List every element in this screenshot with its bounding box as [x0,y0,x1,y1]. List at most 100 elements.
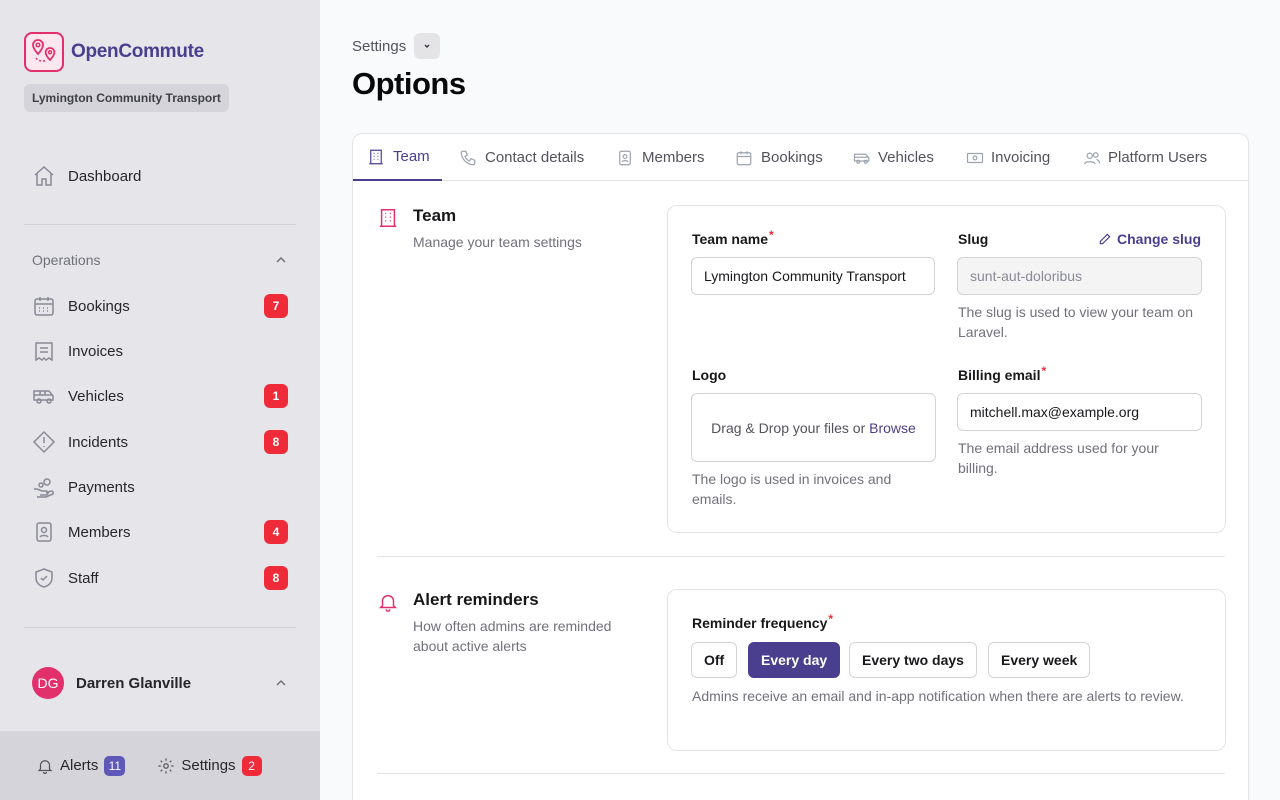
tab-team[interactable]: Team [353,134,442,181]
frequency-option-every-week[interactable]: Every week [988,642,1091,678]
bell-icon [377,591,399,613]
section-divider [377,773,1225,774]
breadcrumb-item[interactable]: Settings [352,38,406,55]
tab-label: Contact details [485,149,585,166]
sidebar-item-payments[interactable]: Payments [32,473,288,501]
browse-link[interactable]: Browse [869,420,916,436]
tab-invoicing[interactable]: Invoicing [965,134,1050,181]
sidebar-item-members[interactable]: Members 4 [32,518,288,546]
van-icon [852,149,870,167]
sidebar-item-label: Members [68,523,131,541]
alerts-button[interactable]: Alerts 11 [36,755,126,776]
building-icon [377,207,399,229]
sidebar-item-staff[interactable]: Staff 8 [32,564,288,592]
sidebar-item-label: Bookings [68,297,130,315]
users-icon [1082,149,1101,167]
operations-section-toggle[interactable]: Operations [32,252,288,268]
tab-label: Vehicles [878,149,934,166]
change-slug-link[interactable]: Change slug [1098,231,1201,247]
sidebar-item-invoices[interactable]: Invoices [32,337,288,365]
sidebar-item-incidents[interactable]: Incidents 8 [32,428,288,456]
settings-button[interactable]: Settings 2 [157,755,262,776]
chevron-up-icon [274,253,288,267]
brand[interactable]: OpenCommute [24,32,204,72]
calendar-icon [32,294,56,318]
tab-bar: Team Contact details Members Bookings Ve… [353,134,1248,181]
tab-bookings[interactable]: Bookings [735,134,823,181]
tab-platform-users[interactable]: Platform Users [1082,134,1207,181]
slug-label: Slug [958,231,989,247]
section-divider [377,556,1225,557]
sidebar-item-label: Payments [68,478,135,496]
building-icon [367,148,385,166]
count-badge: 1 [264,384,288,408]
edit-icon [1099,233,1111,245]
sidebar-item-dashboard[interactable]: Dashboard [32,162,288,190]
user-menu[interactable]: DG Darren Glanville [32,667,288,699]
reminder-frequency-label: Reminder frequency* [692,612,834,631]
logo-label: Logo [692,367,727,383]
team-name-input[interactable]: Lymington Community Transport [691,257,935,295]
avatar: DG [32,667,64,699]
sidebar-item-label: Invoices [68,342,124,360]
sidebar-item-label: Vehicles [68,387,124,405]
frequency-option-off[interactable]: Off [691,642,738,678]
tab-label: Bookings [761,149,823,166]
shield-check-icon [32,566,56,590]
id-badge-icon [32,520,56,544]
team-section-header: Team Manage your team settings [377,206,613,252]
banknote-icon [965,149,984,167]
frequency-option-every-day[interactable]: Every day [748,642,841,678]
team-switcher[interactable]: Lymington Community Transport [24,84,229,112]
tab-label: Members [642,149,705,166]
main-content: Settings Options Team Contact details Me… [320,0,1280,800]
billing-email-label: Billing email* [958,364,1047,383]
reminder-help-text: Admins receive an email and in-app notif… [692,688,1184,704]
tab-label: Platform Users [1108,149,1208,166]
alerts-label: Alerts [60,757,99,774]
required-marker: * [769,228,774,242]
warning-diamond-icon [32,430,56,454]
frequency-option-every-two-days[interactable]: Every two days [849,642,977,678]
section-title: Team [413,206,457,225]
id-badge-icon [616,149,634,167]
chevron-down-icon [424,44,430,49]
team-form-panel: Team name* Lymington Community Transport… [667,205,1226,533]
tab-contact-details[interactable]: Contact details [459,134,584,181]
calendar-icon [735,149,753,167]
required-marker: * [828,612,834,626]
sidebar-divider [24,627,296,628]
breadcrumb-dropdown-button[interactable] [414,33,441,59]
tab-label: Team [393,148,430,165]
tab-vehicles[interactable]: Vehicles [852,134,934,181]
bell-icon [36,757,54,775]
count-badge: 7 [264,294,288,318]
tab-label: Invoicing [991,149,1051,166]
gear-icon [157,757,175,775]
logo-dropzone[interactable]: Drag & Drop your files or Browse [691,393,936,462]
billing-email-input[interactable]: mitchell.max@example.org [957,393,1202,431]
home-icon [32,164,56,188]
slug-input[interactable]: sunt-aut-doloribus [957,257,1202,295]
sidebar-divider [24,224,296,225]
alerts-count-badge: 11 [104,755,126,776]
sidebar-item-label: Dashboard [68,167,142,185]
section-description: Manage your team settings [413,234,582,250]
alert-form-panel: Reminder frequency* Off Every day Every … [667,589,1226,751]
billing-email-help-text: The email address used for your billing. [958,440,1159,476]
sidebar-item-vehicles[interactable]: Vehicles 1 [32,382,288,410]
section-title: Operations [32,252,101,268]
tab-members[interactable]: Members [616,134,705,181]
phone-icon [459,149,477,167]
map-pins-logo-icon [24,32,64,72]
van-icon [32,384,56,408]
dropzone-text: Drag & Drop your files or [711,419,866,436]
sidebar-item-label: Incidents [68,433,129,451]
chevron-up-icon [274,676,288,690]
receipt-icon [32,339,56,363]
logo-help-text: The logo is used in invoices and emails. [692,471,892,507]
count-badge: 8 [264,430,288,454]
brand-name: OpenCommute [71,41,204,62]
sidebar-item-bookings[interactable]: Bookings 7 [32,292,288,320]
sidebar: OpenCommute Lymington Community Transpor… [0,0,320,800]
